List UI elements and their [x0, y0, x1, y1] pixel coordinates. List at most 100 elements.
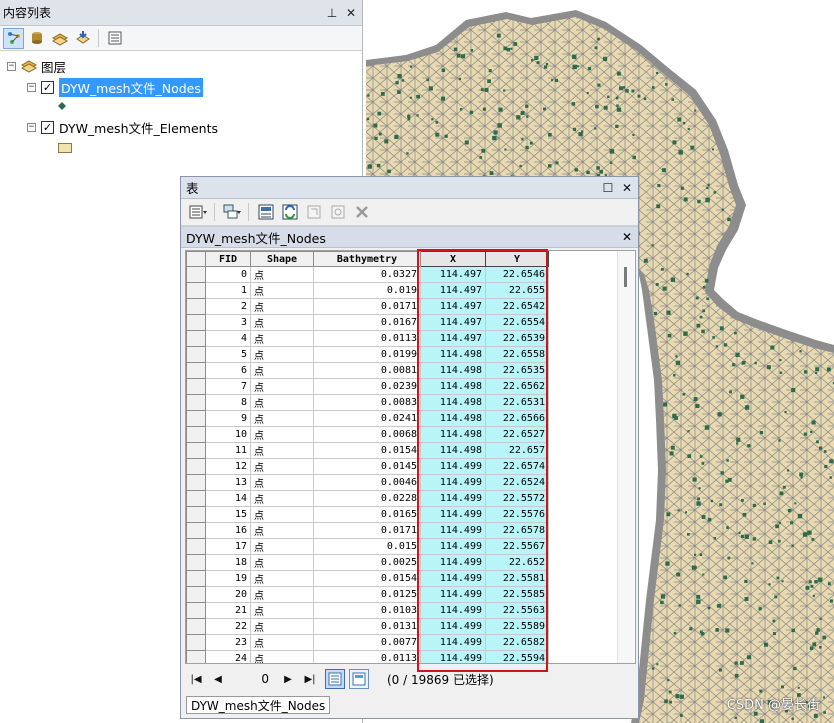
cell-y[interactable]: 22.6582 — [485, 634, 549, 651]
cell-y[interactable]: 22.5594 — [485, 650, 549, 663]
cell-x[interactable]: 114.498 — [420, 378, 486, 395]
table-row[interactable]: 10 点 0.0068 114.498 22.6527 — [186, 426, 549, 443]
cell-bathymetry[interactable]: 0.0171 — [313, 298, 421, 315]
cell-bathymetry[interactable]: 0.0025 — [313, 554, 421, 571]
table-row[interactable]: 15 点 0.0165 114.499 22.5576 — [186, 506, 549, 523]
cell-shape[interactable]: 点 — [250, 618, 314, 635]
cell-y[interactable]: 22.6558 — [485, 346, 549, 363]
table-row[interactable]: 12 点 0.0145 114.499 22.6574 — [186, 458, 549, 475]
cell-bathymetry[interactable]: 0.0199 — [313, 346, 421, 363]
cell-bathymetry[interactable]: 0.0171 — [313, 522, 421, 539]
cell-bathymetry[interactable]: 0.0113 — [313, 330, 421, 347]
cell-y[interactable]: 22.6524 — [485, 474, 549, 491]
row-selector[interactable] — [186, 586, 206, 603]
row-selector[interactable] — [186, 458, 206, 475]
clear-selection-icon[interactable] — [303, 202, 324, 223]
cell-shape[interactable]: 点 — [250, 442, 314, 459]
cell-bathymetry[interactable]: 0.0068 — [313, 426, 421, 443]
table-row[interactable]: 17 点 0.015 114.499 22.5567 — [186, 538, 549, 555]
table-row[interactable]: 3 点 0.0167 114.497 22.6554 — [186, 314, 549, 331]
table-row[interactable]: 5 点 0.0199 114.498 22.6558 — [186, 346, 549, 363]
row-selector[interactable] — [186, 506, 206, 523]
column-header-shape[interactable]: Shape — [250, 251, 314, 267]
cell-fid[interactable]: 11 — [205, 442, 251, 459]
cell-fid[interactable]: 18 — [205, 554, 251, 571]
cell-fid[interactable]: 14 — [205, 490, 251, 507]
close-icon[interactable]: ✕ — [619, 181, 635, 195]
row-selector[interactable] — [186, 554, 206, 571]
cell-y[interactable]: 22.6578 — [485, 522, 549, 539]
next-record-icon[interactable]: ▶ — [277, 674, 299, 685]
cell-x[interactable]: 114.498 — [420, 410, 486, 427]
table-options-icon[interactable] — [187, 202, 208, 223]
cell-bathymetry[interactable]: 0.0241 — [313, 410, 421, 427]
table-row[interactable]: 7 点 0.0239 114.498 22.6562 — [186, 378, 549, 395]
cell-shape[interactable]: 点 — [250, 538, 314, 555]
list-by-drawing-order-icon[interactable] — [3, 27, 24, 49]
cell-bathymetry[interactable]: 0.0239 — [313, 378, 421, 395]
collapse-icon[interactable]: − — [7, 61, 16, 71]
table-row[interactable]: 21 点 0.0103 114.499 22.5563 — [186, 602, 549, 619]
table-window-title-bar[interactable]: 表 ☐ ✕ — [181, 177, 638, 199]
cell-y[interactable]: 22.5576 — [485, 506, 549, 523]
cell-y[interactable]: 22.5563 — [485, 602, 549, 619]
maximize-icon[interactable]: ☐ — [600, 181, 616, 195]
cell-x[interactable]: 114.499 — [420, 458, 486, 475]
row-selector[interactable] — [186, 394, 206, 411]
cell-fid[interactable]: 6 — [205, 362, 251, 379]
cell-x[interactable]: 114.497 — [420, 298, 486, 315]
cell-y[interactable]: 22.5572 — [485, 490, 549, 507]
table-row[interactable]: 9 点 0.0241 114.498 22.6566 — [186, 410, 549, 427]
column-header-x[interactable]: X — [420, 251, 486, 267]
table-row[interactable]: 0 点 0.0327 114.497 22.6546 — [186, 266, 549, 283]
layer-row-nodes[interactable]: − ✓ DYW_mesh文件_Nodes — [27, 77, 203, 97]
cell-shape[interactable]: 点 — [250, 282, 314, 299]
related-tables-icon[interactable] — [221, 202, 242, 223]
cell-y[interactable]: 22.6554 — [485, 314, 549, 331]
cell-y[interactable]: 22.6527 — [485, 426, 549, 443]
cell-y[interactable]: 22.6531 — [485, 394, 549, 411]
cell-fid[interactable]: 3 — [205, 314, 251, 331]
cell-x[interactable]: 114.499 — [420, 522, 486, 539]
close-icon[interactable]: ✕ — [343, 6, 359, 20]
cell-x[interactable]: 114.499 — [420, 570, 486, 587]
cell-bathymetry[interactable]: 0.0145 — [313, 458, 421, 475]
cell-x[interactable]: 114.499 — [420, 490, 486, 507]
show-selected-records-icon[interactable] — [349, 669, 369, 689]
cell-fid[interactable]: 24 — [205, 650, 251, 663]
cell-y[interactable]: 22.6574 — [485, 458, 549, 475]
cell-bathymetry[interactable]: 0.0131 — [313, 618, 421, 635]
first-record-icon[interactable]: |◀ — [185, 674, 207, 685]
table-row[interactable]: 23 点 0.0077 114.499 22.6582 — [186, 634, 549, 651]
cell-shape[interactable]: 点 — [250, 362, 314, 379]
table-row[interactable]: 4 点 0.0113 114.497 22.6539 — [186, 330, 549, 347]
cell-shape[interactable]: 点 — [250, 522, 314, 539]
layer-name[interactable]: DYW_mesh文件_Elements — [59, 118, 218, 137]
row-selector[interactable] — [186, 618, 206, 635]
vertical-scrollbar[interactable] — [617, 251, 634, 663]
cell-shape[interactable]: 点 — [250, 458, 314, 475]
cell-shape[interactable]: 点 — [250, 298, 314, 315]
scrollbar-thumb[interactable] — [624, 267, 627, 287]
cell-bathymetry[interactable]: 0.0228 — [313, 490, 421, 507]
polygon-symbol-icon[interactable] — [58, 143, 72, 153]
cell-shape[interactable]: 点 — [250, 650, 314, 663]
row-selector[interactable] — [186, 410, 206, 427]
close-icon[interactable]: ✕ — [619, 230, 635, 244]
table-row[interactable]: 24 点 0.0113 114.499 22.5594 — [186, 650, 549, 663]
cell-shape[interactable]: 点 — [250, 330, 314, 347]
select-by-attributes-icon[interactable] — [255, 202, 276, 223]
cell-fid[interactable]: 0 — [205, 266, 251, 283]
cell-bathymetry[interactable]: 0.0081 — [313, 362, 421, 379]
cell-fid[interactable]: 5 — [205, 346, 251, 363]
layer-name[interactable]: DYW_mesh文件_Nodes — [59, 77, 203, 97]
cell-x[interactable]: 114.498 — [420, 346, 486, 363]
point-symbol-icon[interactable] — [58, 102, 66, 110]
cell-shape[interactable]: 点 — [250, 634, 314, 651]
cell-x[interactable]: 114.499 — [420, 554, 486, 571]
cell-y[interactable]: 22.6562 — [485, 378, 549, 395]
table-row[interactable]: 1 点 0.019 114.497 22.655 — [186, 282, 549, 299]
cell-fid[interactable]: 23 — [205, 634, 251, 651]
cell-fid[interactable]: 8 — [205, 394, 251, 411]
cell-x[interactable]: 114.497 — [420, 314, 486, 331]
